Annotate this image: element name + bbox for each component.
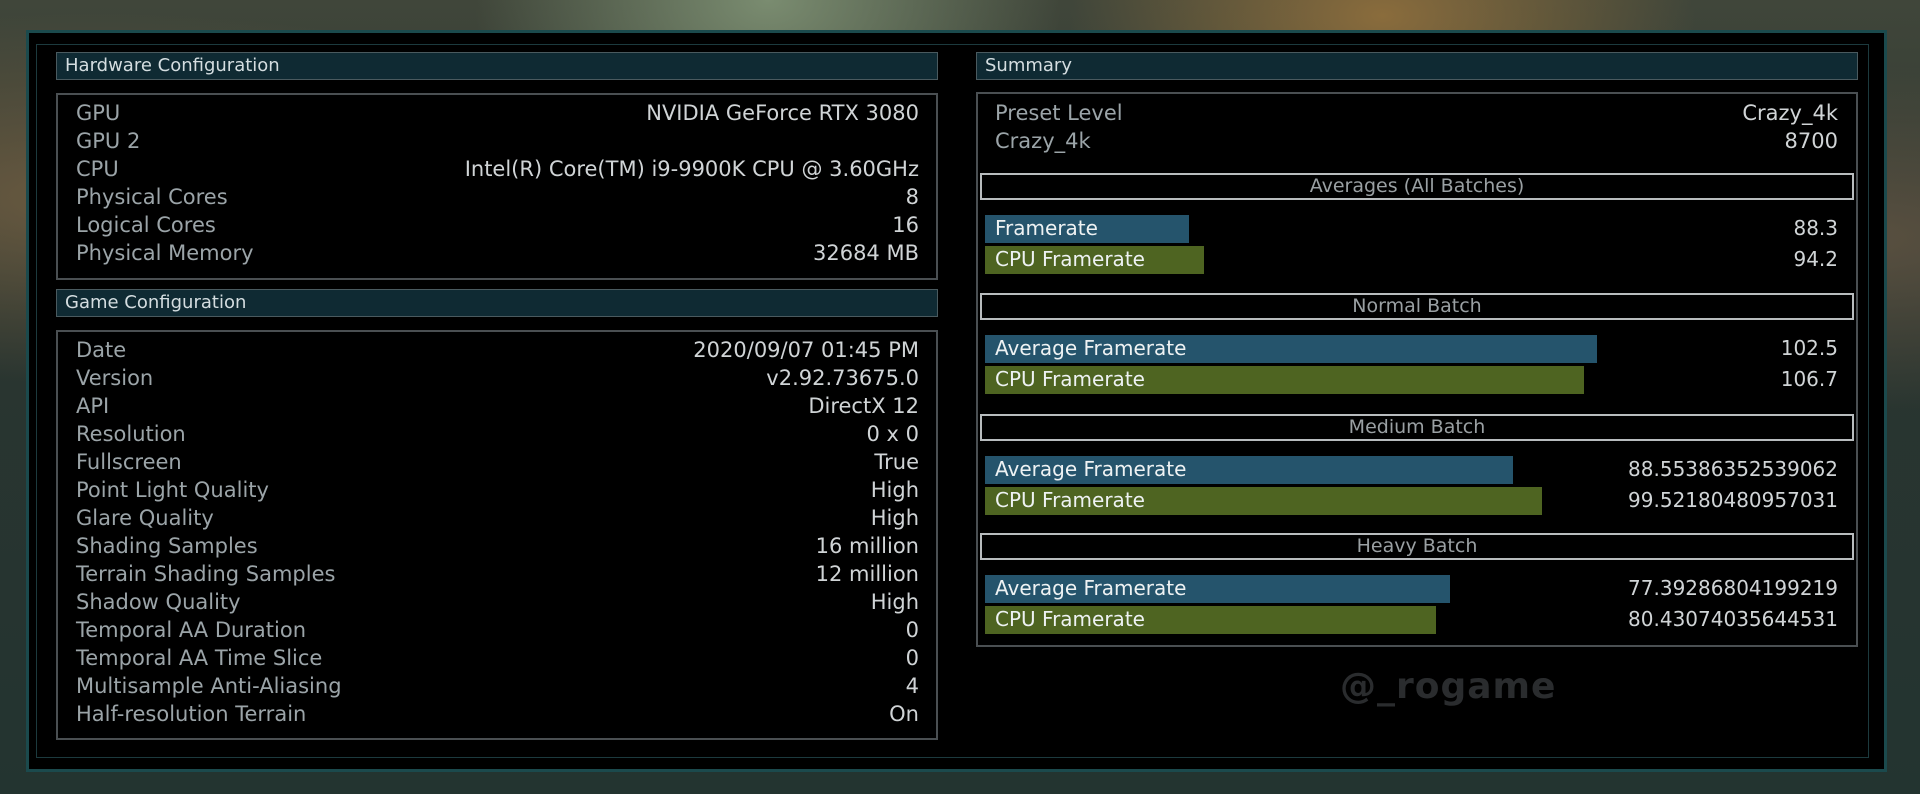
preset-level-label: Preset Level <box>995 101 1123 125</box>
section-title: Medium Batch <box>980 414 1854 441</box>
cpu-framerate-bar: CPU Framerate <box>985 366 1584 394</box>
game-row-value: 16 million <box>815 534 919 558</box>
hardware-row-label: GPU <box>76 101 121 125</box>
hardware-row-label: Physical Memory <box>76 241 254 265</box>
framerate-value: 94.2 <box>1793 247 1838 271</box>
hardware-row-value: Intel(R) Core(TM) i9-9900K CPU @ 3.60GHz <box>464 157 919 181</box>
game-row-label: API <box>76 394 110 418</box>
section-title: Heavy Batch <box>980 533 1854 560</box>
game-row-value: 0 <box>905 646 919 670</box>
game-config-header: Game Configuration <box>56 289 938 317</box>
game-row: Shading Samples 16 million <box>76 532 919 560</box>
game-row-label: Multisample Anti-Aliasing <box>76 674 342 698</box>
game-row-label: Date <box>76 338 127 362</box>
hardware-row-value: 8 <box>905 185 919 209</box>
framerate-bar: Framerate <box>985 215 1189 243</box>
framerate-value: 77.39286804199219 <box>1628 576 1838 600</box>
game-row-label: Shadow Quality <box>76 590 241 614</box>
hardware-row: Physical Cores 8 <box>76 183 919 211</box>
game-row-label: Fullscreen <box>76 450 182 474</box>
framerate-bar-row: CPU Framerate 99.52180480957031 <box>985 487 1838 515</box>
framerate-value: 88.55386352539062 <box>1628 457 1838 481</box>
framerate-value: 102.5 <box>1780 336 1838 360</box>
section-title: Normal Batch <box>980 293 1854 320</box>
game-row: Version v2.92.73675.0 <box>76 364 919 392</box>
game-row-label: Temporal AA Duration <box>76 618 307 642</box>
game-row-label: Point Light Quality <box>76 478 269 502</box>
game-row-value: DirectX 12 <box>808 394 919 418</box>
game-row-value: High <box>870 590 919 614</box>
game-row-value: v2.92.73675.0 <box>766 366 919 390</box>
game-row-label: Temporal AA Time Slice <box>76 646 323 670</box>
game-row-value: 0 x 0 <box>866 422 920 446</box>
game-row-label: Terrain Shading Samples <box>76 562 336 586</box>
game-row-label: Version <box>76 366 154 390</box>
score-label: Crazy_4k <box>995 129 1091 153</box>
cpu-framerate-bar: CPU Framerate <box>985 606 1436 634</box>
game-row: API DirectX 12 <box>76 392 919 420</box>
hardware-row-value: 16 <box>892 213 919 237</box>
game-row-value: High <box>870 506 919 530</box>
hardware-row-label: GPU 2 <box>76 129 141 153</box>
hardware-row-label: Logical Cores <box>76 213 216 237</box>
hardware-config-header: Hardware Configuration <box>56 52 938 80</box>
summary-header: Summary <box>976 52 1858 80</box>
game-row: Date 2020/09/07 01:45 PM <box>76 336 919 364</box>
game-row: Temporal AA Time Slice 0 <box>76 644 919 672</box>
hardware-row-label: CPU <box>76 157 119 181</box>
hardware-row: GPU NVIDIA GeForce RTX 3080 <box>76 99 919 127</box>
framerate-bar-row: Average Framerate 102.5 <box>985 335 1838 363</box>
game-row-label: Glare Quality <box>76 506 214 530</box>
hardware-row: Logical Cores 16 <box>76 211 919 239</box>
game-row-value: High <box>870 478 919 502</box>
hardware-row-label: Physical Cores <box>76 185 228 209</box>
game-row: Glare Quality High <box>76 504 919 532</box>
framerate-bar-row: CPU Framerate 94.2 <box>985 246 1838 274</box>
preset-level-value: Crazy_4k <box>1742 101 1838 125</box>
game-row: Terrain Shading Samples 12 million <box>76 560 919 588</box>
game-row: Multisample Anti-Aliasing 4 <box>76 672 919 700</box>
game-row-value: True <box>874 450 919 474</box>
game-row: Point Light Quality High <box>76 476 919 504</box>
hardware-row-value: 32684 MB <box>812 241 919 265</box>
game-row-label: Half-resolution Terrain <box>76 702 307 726</box>
framerate-value: 106.7 <box>1780 367 1838 391</box>
game-row: Temporal AA Duration 0 <box>76 616 919 644</box>
game-row-value: On <box>889 702 919 726</box>
framerate-bar-row: Framerate 88.3 <box>985 215 1838 243</box>
framerate-bar: Average Framerate <box>985 456 1513 484</box>
framerate-bar-row: CPU Framerate 106.7 <box>985 366 1838 394</box>
game-row-value: 2020/09/07 01:45 PM <box>693 338 919 362</box>
game-row-value: 4 <box>905 674 919 698</box>
game-row-label: Resolution <box>76 422 186 446</box>
framerate-bar-row: Average Framerate 88.55386352539062 <box>985 456 1838 484</box>
hardware-row: CPU Intel(R) Core(TM) i9-9900K CPU @ 3.60… <box>76 155 919 183</box>
watermark: @_rogame <box>1340 666 1557 707</box>
framerate-bar-row: Average Framerate 77.39286804199219 <box>985 575 1838 603</box>
score-row: Crazy_4k 8700 <box>995 127 1838 155</box>
game-row-value: 0 <box>905 618 919 642</box>
cpu-framerate-bar: CPU Framerate <box>985 246 1204 274</box>
game-row: Resolution 0 x 0 <box>76 420 919 448</box>
framerate-bar: Average Framerate <box>985 335 1597 363</box>
framerate-bar-row: CPU Framerate 80.43074035644531 <box>985 606 1838 634</box>
hardware-row: Physical Memory 32684 MB <box>76 239 919 267</box>
framerate-value: 88.3 <box>1793 216 1838 240</box>
section-title: Averages (All Batches) <box>980 173 1854 200</box>
hardware-row: GPU 2 <box>76 127 919 155</box>
score-value: 8700 <box>1784 129 1838 153</box>
game-row-value: 12 million <box>815 562 919 586</box>
hardware-row-value: NVIDIA GeForce RTX 3080 <box>646 101 919 125</box>
framerate-bar: Average Framerate <box>985 575 1450 603</box>
framerate-value: 80.43074035644531 <box>1628 607 1838 631</box>
game-row-label: Shading Samples <box>76 534 258 558</box>
framerate-value: 99.52180480957031 <box>1628 488 1838 512</box>
game-row: Shadow Quality High <box>76 588 919 616</box>
game-row: Half-resolution Terrain On <box>76 700 919 728</box>
game-row: Fullscreen True <box>76 448 919 476</box>
preset-level-row: Preset Level Crazy_4k <box>995 99 1838 127</box>
cpu-framerate-bar: CPU Framerate <box>985 487 1542 515</box>
